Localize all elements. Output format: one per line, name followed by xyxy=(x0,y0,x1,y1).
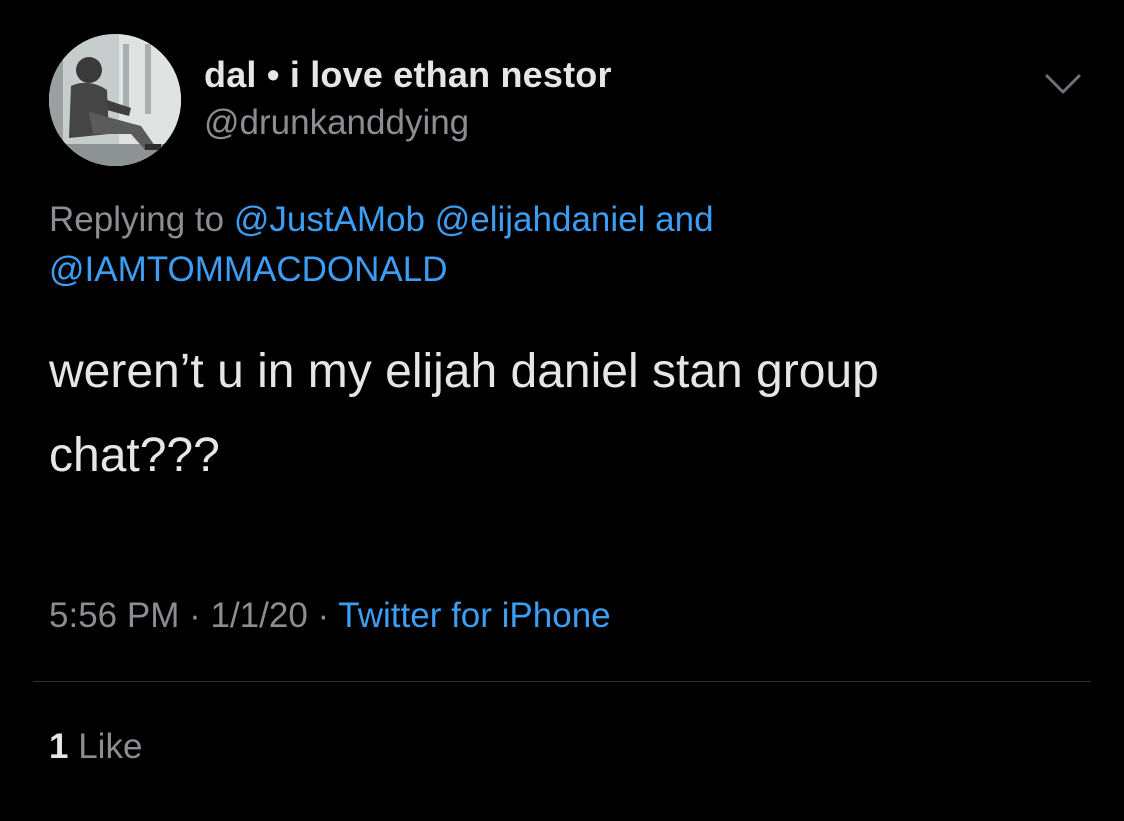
meta-separator-2: · xyxy=(317,596,330,635)
replying-to: Replying to @JustAMob @elijahdaniel and … xyxy=(49,195,1079,295)
tweet-text: weren’t u in my elijah daniel stan group… xyxy=(49,330,1089,498)
tweet-text-line-1: weren’t u in my elijah daniel stan group xyxy=(49,345,879,398)
mention-justamob[interactable]: @JustAMob xyxy=(234,200,425,239)
tweet-time: 5:56 PM xyxy=(49,596,180,635)
mention-iamtommacdonald[interactable]: @IAMTOMMACDONALD xyxy=(49,250,448,289)
tweet: dal • i love ethan nestor @drunkanddying… xyxy=(0,0,1124,821)
tweet-date: 1/1/20 xyxy=(210,596,308,635)
meta-separator-1: · xyxy=(189,596,201,635)
replying-to-label: Replying to xyxy=(49,200,225,239)
likes-link[interactable]: 1 Like xyxy=(49,727,142,767)
tweet-metadata: 5:56 PM · 1/1/20 · Twitter for iPhone xyxy=(49,596,611,636)
divider xyxy=(33,681,1091,682)
mention-elijahdaniel[interactable]: @elijahdaniel xyxy=(435,200,646,239)
display-name[interactable]: dal • i love ethan nestor xyxy=(204,54,612,96)
like-label: Like xyxy=(78,727,143,766)
profile-photo-icon xyxy=(49,34,181,166)
tweet-source-link[interactable]: Twitter for iPhone xyxy=(338,596,610,635)
chevron-down-icon[interactable] xyxy=(1043,70,1083,98)
replying-and[interactable]: and xyxy=(655,200,713,239)
like-count: 1 xyxy=(49,727,69,766)
tweet-text-line-2: chat??? xyxy=(49,429,220,482)
avatar[interactable] xyxy=(49,34,181,166)
user-handle[interactable]: @drunkanddying xyxy=(204,103,469,143)
